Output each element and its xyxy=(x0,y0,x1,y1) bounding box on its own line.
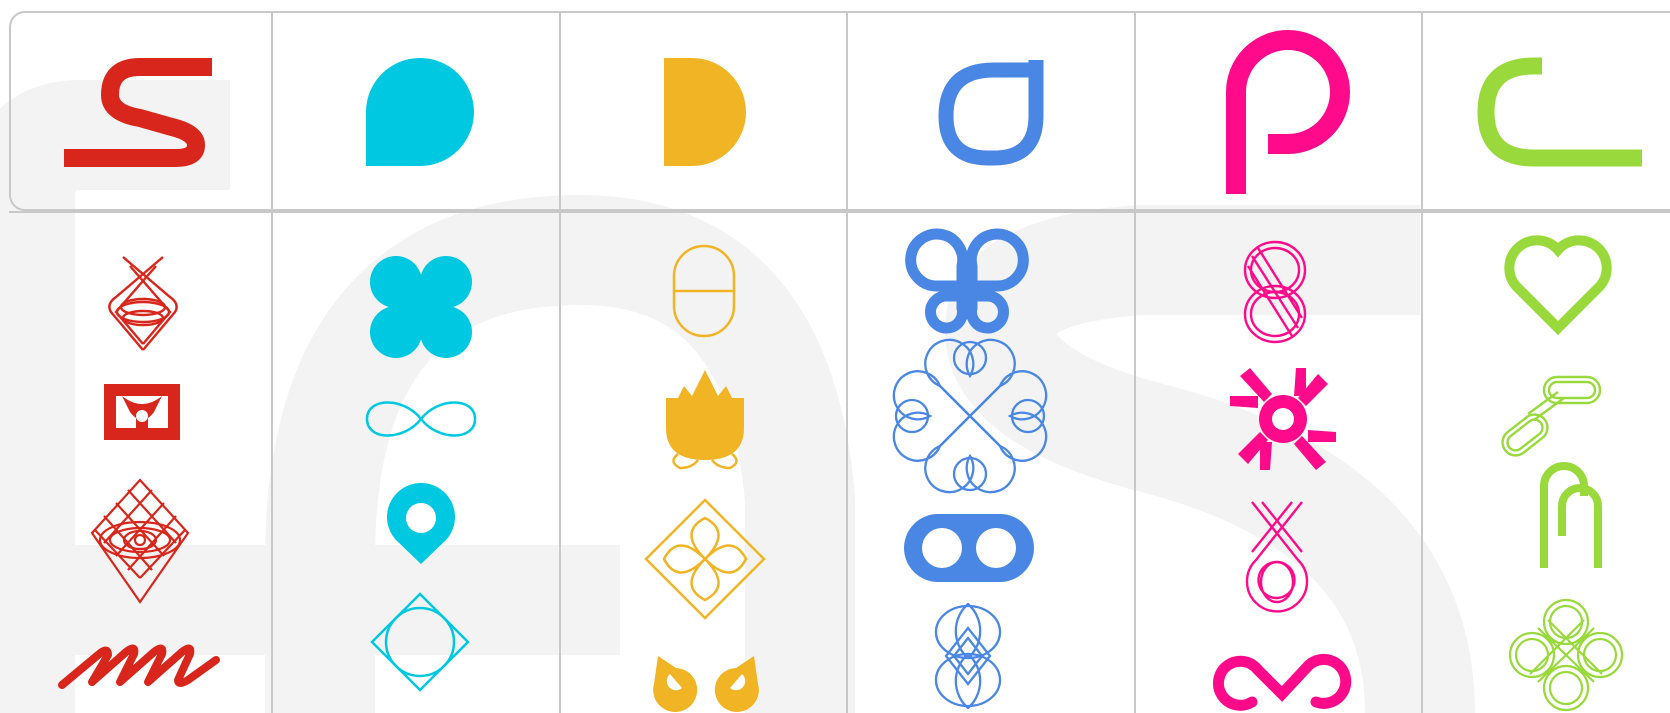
celtic-knot-icon xyxy=(892,338,1048,494)
p-letterform-icon xyxy=(1226,30,1350,194)
column-divider xyxy=(1421,11,1423,713)
wave-script-icon xyxy=(58,644,220,689)
icon-grid xyxy=(0,0,1670,713)
header-divider xyxy=(9,211,1670,213)
clover-knot-icon xyxy=(1508,598,1624,712)
four-leaf-clover-icon xyxy=(370,256,472,358)
toggle-dots-icon xyxy=(904,514,1034,582)
lotus-flower-icon xyxy=(666,370,744,470)
column-divider xyxy=(1134,11,1136,713)
braided-diamond-knot-icon xyxy=(108,256,178,351)
anvil-stamp-icon xyxy=(104,384,180,440)
heart-outline-icon xyxy=(1504,235,1612,336)
column-divider xyxy=(271,11,273,713)
interlaced-knot-icon xyxy=(934,602,1002,710)
column-divider xyxy=(559,11,561,713)
circle-in-diamond-icon xyxy=(370,592,470,692)
s-letterform-icon xyxy=(64,58,212,167)
wave-infinity-icon xyxy=(1212,653,1352,711)
command-key-icon xyxy=(905,228,1029,334)
lattice-diamond-icon xyxy=(90,478,190,604)
starburst-ring-icon xyxy=(1230,368,1336,470)
column-divider xyxy=(846,11,848,713)
c-letterform-icon xyxy=(1477,57,1642,167)
double-loop-knot-icon xyxy=(1243,240,1307,344)
d-drop-letterform-icon xyxy=(365,58,474,166)
twin-drops-icon xyxy=(653,656,759,712)
d-letterform-icon xyxy=(664,58,746,166)
arch-rod-icon xyxy=(1540,462,1602,568)
map-pin-icon xyxy=(387,482,455,564)
infinity-loop-icon xyxy=(365,401,477,437)
loop-ribbon-icon xyxy=(1245,501,1309,613)
chain-link-icon xyxy=(1501,375,1602,457)
floral-diamond-icon xyxy=(644,498,766,620)
capsule-outline-icon xyxy=(672,244,736,338)
a-letterform-icon xyxy=(938,60,1044,166)
